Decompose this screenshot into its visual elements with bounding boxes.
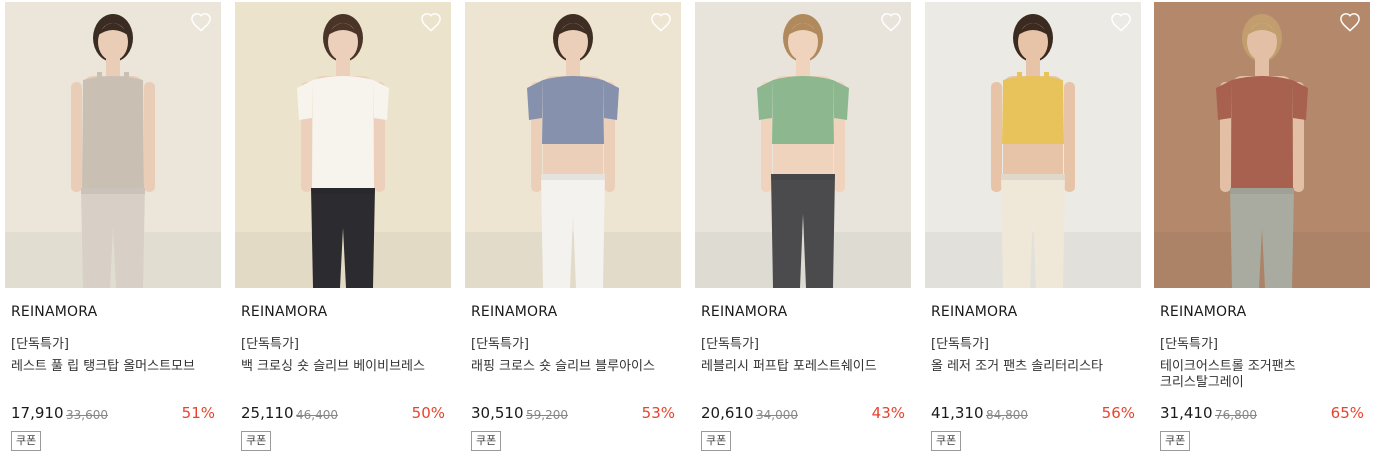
product-name[interactable]: 래핑 크로스 숏 슬리브 블루아이스 — [471, 359, 675, 375]
product-tag: [단독특가] — [1160, 337, 1218, 352]
product-image[interactable] — [5, 2, 221, 288]
product-image[interactable] — [695, 2, 911, 288]
product-brand[interactable]: REINAMORA — [1160, 304, 1246, 320]
product-brand[interactable]: REINAMORA — [471, 304, 557, 320]
product-image[interactable] — [465, 2, 681, 288]
product-name[interactable]: 레블리시 퍼프탑 포레스트쉐이드 — [701, 359, 905, 375]
sale-price: 30,510 — [471, 404, 524, 422]
coupon-badge[interactable]: 쿠폰 — [11, 431, 42, 451]
discount-rate: 65% — [1330, 404, 1364, 422]
coupon-badge[interactable]: 쿠폰 — [1160, 431, 1191, 451]
product-grid: REINAMORA [단독특가] 레스트 풀 립 탱크탑 올머스트모브 17,910 3… — [0, 0, 1384, 461]
product-card[interactable]: REINAMORA [단독특가] 올 레저 조거 팬츠 솔리터리스타 41,310 84… — [925, 0, 1141, 461]
sale-price: 25,110 — [241, 404, 294, 422]
product-card[interactable]: REINAMORA [단독특가] 백 크로싱 숏 슬리브 베이비브레스 25,110 4… — [235, 0, 451, 461]
sale-price: 17,910 — [11, 404, 64, 422]
coupon-badge[interactable]: 쿠폰 — [701, 431, 732, 451]
product-image[interactable] — [925, 2, 1141, 288]
product-name[interactable]: 레스트 풀 립 탱크탑 올머스트모브 — [11, 359, 215, 375]
discount-rate: 56% — [1101, 404, 1135, 422]
product-tag: [단독특가] — [931, 337, 989, 352]
coupon-badge[interactable]: 쿠폰 — [241, 431, 272, 451]
discount-rate: 50% — [411, 404, 445, 422]
original-price: 76,800 — [1215, 408, 1257, 422]
product-brand[interactable]: REINAMORA — [11, 304, 97, 320]
heart-outline-icon[interactable] — [650, 12, 672, 32]
original-price: 46,400 — [296, 408, 338, 422]
heart-outline-icon[interactable] — [420, 12, 442, 32]
heart-outline-icon[interactable] — [1110, 12, 1132, 32]
product-card[interactable]: REINAMORA [단독특가] 레블리시 퍼프탑 포레스트쉐이드 20,610 34,… — [695, 0, 911, 461]
product-card[interactable]: REINAMORA [단독특가] 래핑 크로스 숏 슬리브 블루아이스 30,510 5… — [465, 0, 681, 461]
original-price: 59,200 — [526, 408, 568, 422]
product-brand[interactable]: REINAMORA — [701, 304, 787, 320]
coupon-badge[interactable]: 쿠폰 — [931, 431, 962, 451]
product-card[interactable]: REINAMORA [단독특가] 테이크어스트롤 조거팬츠 크리스탈그레이 31,41… — [1154, 0, 1370, 461]
product-tag: [단독특가] — [701, 337, 759, 352]
product-card[interactable]: REINAMORA [단독특가] 레스트 풀 립 탱크탑 올머스트모브 17,910 3… — [5, 0, 221, 461]
coupon-badge[interactable]: 쿠폰 — [471, 431, 502, 451]
heart-outline-icon[interactable] — [1339, 12, 1361, 32]
product-tag: [단독특가] — [241, 337, 299, 352]
sale-price: 41,310 — [931, 404, 984, 422]
product-tag: [단독특가] — [471, 337, 529, 352]
product-brand[interactable]: REINAMORA — [931, 304, 1017, 320]
original-price: 34,000 — [756, 408, 798, 422]
discount-rate: 43% — [871, 404, 905, 422]
original-price: 84,800 — [986, 408, 1028, 422]
heart-outline-icon[interactable] — [190, 12, 212, 32]
product-name[interactable]: 올 레저 조거 팬츠 솔리터리스타 — [931, 359, 1135, 375]
discount-rate: 53% — [641, 404, 675, 422]
product-name[interactable]: 백 크로싱 숏 슬리브 베이비브레스 — [241, 359, 445, 375]
product-image[interactable] — [1154, 2, 1370, 288]
product-name[interactable]: 테이크어스트롤 조거팬츠 크리스탈그레이 — [1160, 359, 1364, 391]
product-image[interactable] — [235, 2, 451, 288]
product-brand[interactable]: REINAMORA — [241, 304, 327, 320]
original-price: 33,600 — [66, 408, 108, 422]
sale-price: 20,610 — [701, 404, 754, 422]
sale-price: 31,410 — [1160, 404, 1213, 422]
heart-outline-icon[interactable] — [880, 12, 902, 32]
discount-rate: 51% — [181, 404, 215, 422]
product-tag: [단독특가] — [11, 337, 69, 352]
